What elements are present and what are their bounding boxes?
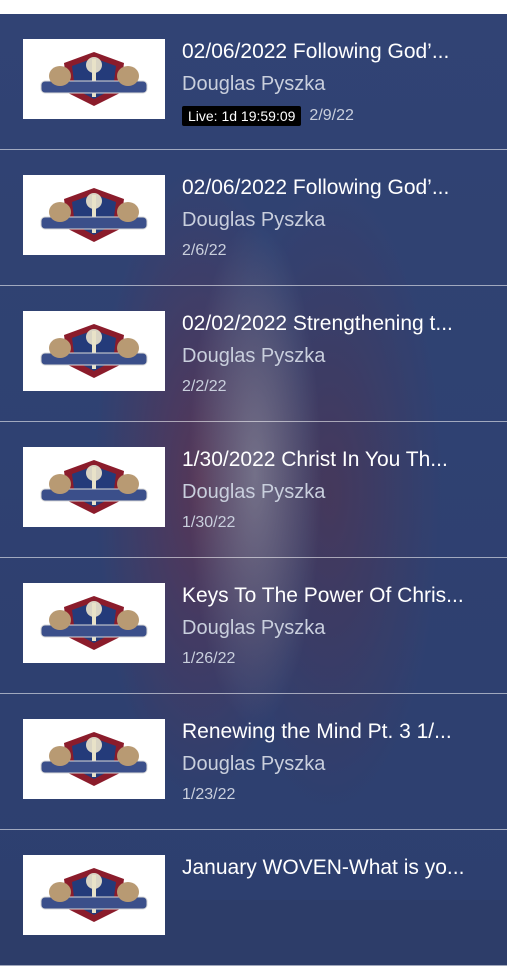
list-item[interactable]: 02/06/2022 Following God’... Douglas Pys…	[0, 14, 507, 150]
top-bar	[0, 0, 507, 14]
sermon-thumbnail	[23, 447, 165, 527]
shield-crest-logo-icon	[40, 868, 148, 922]
sermon-title: Renewing the Mind Pt. 3 1/...	[182, 720, 452, 743]
shield-crest-logo-icon	[40, 52, 148, 106]
sermon-thumbnail	[23, 39, 165, 119]
list-item[interactable]: January WOVEN-What is yo...	[0, 830, 507, 966]
sermon-title: 02/06/2022 Following God’...	[182, 40, 450, 63]
sermon-author: Douglas Pyszka	[182, 753, 326, 775]
sermon-thumbnail	[23, 719, 165, 799]
list-item[interactable]: 02/06/2022 Following God’... Douglas Pys…	[0, 150, 507, 286]
shield-crest-logo-icon	[40, 460, 148, 514]
shield-crest-logo-icon	[40, 188, 148, 242]
sermon-date: 1/30/22	[182, 514, 236, 531]
sermon-title: 02/06/2022 Following God’...	[182, 176, 450, 199]
sermon-title: Keys To The Power Of Chris...	[182, 584, 464, 607]
live-badge: Live: 1d 19:59:09	[182, 106, 302, 126]
sermon-date: 2/9/22	[309, 107, 354, 124]
sermon-date: 2/2/22	[182, 378, 227, 395]
sermon-author: Douglas Pyszka	[182, 617, 326, 639]
sermon-meta: 2/2/22	[182, 378, 226, 396]
sermon-date: 1/23/22	[182, 786, 236, 803]
sermon-meta: Live: 1d 19:59:09 2/9/22	[182, 106, 354, 126]
shield-crest-logo-icon	[40, 324, 148, 378]
sermon-meta: 1/30/22	[182, 514, 235, 532]
sermon-thumbnail	[23, 175, 165, 255]
list-item[interactable]: 02/02/2022 Strengthening t... Douglas Py…	[0, 286, 507, 422]
sermon-thumbnail	[23, 583, 165, 663]
sermon-author: Douglas Pyszka	[182, 345, 326, 367]
list-item[interactable]: Renewing the Mind Pt. 3 1/... Douglas Py…	[0, 694, 507, 830]
shield-crest-logo-icon	[40, 596, 148, 650]
sermon-author: Douglas Pyszka	[182, 73, 326, 95]
sermon-title: 02/02/2022 Strengthening t...	[182, 312, 453, 335]
sermon-list: 02/06/2022 Following God’... Douglas Pys…	[0, 14, 507, 966]
sermon-meta: 1/23/22	[182, 786, 235, 804]
sermon-title: January WOVEN-What is yo...	[182, 856, 465, 879]
list-item[interactable]: 1/30/2022 Christ In You Th... Douglas Py…	[0, 422, 507, 558]
shield-crest-logo-icon	[40, 732, 148, 786]
sermon-author: Douglas Pyszka	[182, 209, 326, 231]
sermon-date: 1/26/22	[182, 650, 236, 667]
sermon-title: 1/30/2022 Christ In You Th...	[182, 448, 448, 471]
sermon-thumbnail	[23, 855, 165, 935]
sermon-author: Douglas Pyszka	[182, 481, 326, 503]
sermon-thumbnail	[23, 311, 165, 391]
sermon-date: 2/6/22	[182, 242, 227, 259]
sermon-meta: 2/6/22	[182, 242, 226, 260]
list-item[interactable]: Keys To The Power Of Chris... Douglas Py…	[0, 558, 507, 694]
sermon-meta: 1/26/22	[182, 650, 235, 668]
